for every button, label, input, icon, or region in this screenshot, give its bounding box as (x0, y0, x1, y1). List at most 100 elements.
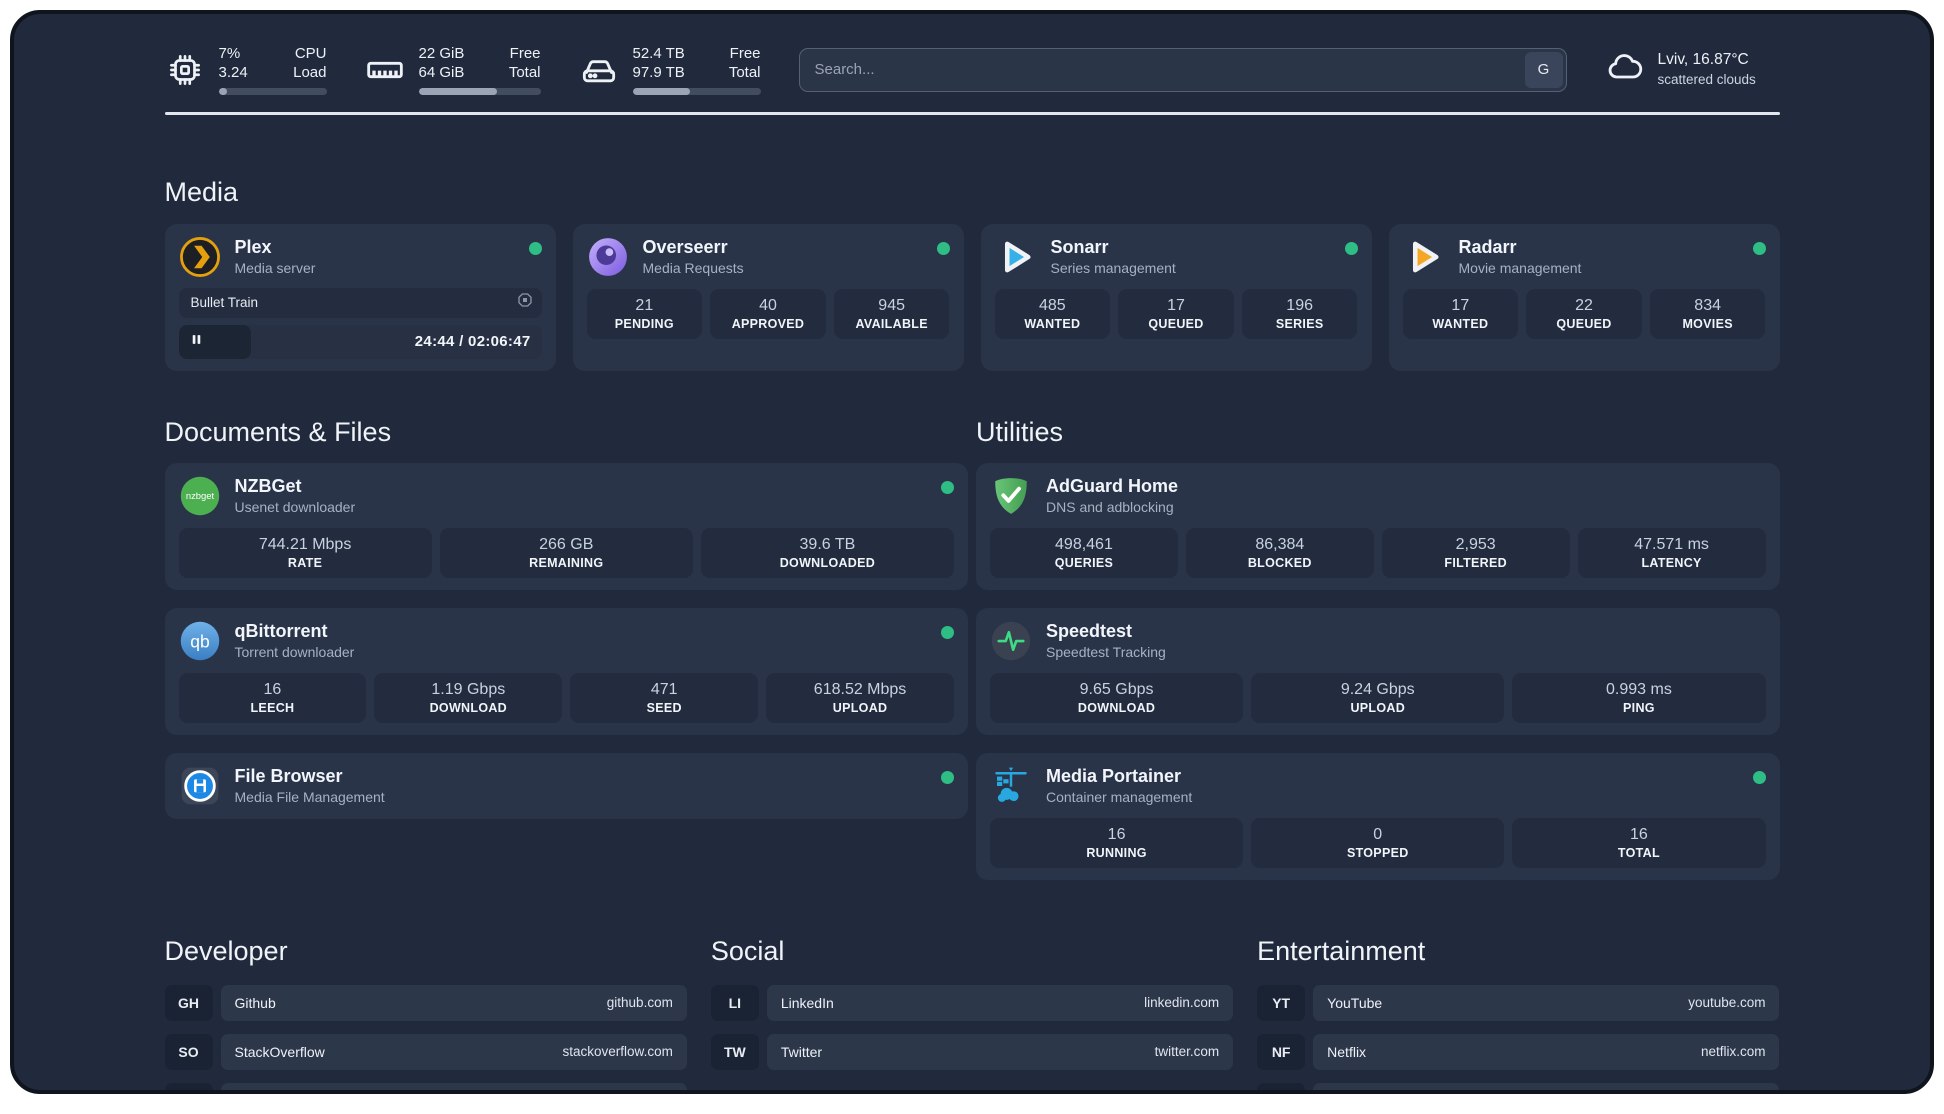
app-name: Sonarr (1050, 237, 1109, 257)
stat-label: REMAINING (529, 555, 604, 570)
bookmark-url: netflix.com (1700, 1044, 1766, 1059)
app-name: qBittorrent (234, 621, 328, 641)
stat-value: 17 (1167, 296, 1185, 314)
bookmark-tag: NF (1257, 1033, 1306, 1070)
stat-tile: 498,461 QUERIES (990, 527, 1178, 578)
svg-text:nzbget: nzbget (185, 491, 214, 502)
stat-value: 471 (650, 680, 678, 698)
bookmark-row: SO StackOverflow stackoverflow.com (164, 1033, 687, 1070)
section-title-developer: Developer (164, 935, 288, 966)
bookmark-link-linkedin[interactable]: LinkedIn linkedin.com (766, 984, 1234, 1021)
cpu-load-label: Load (293, 64, 327, 81)
stat-label: RATE (287, 555, 323, 570)
section-title-social: Social (710, 935, 785, 966)
app-name: Speedtest (1046, 621, 1133, 641)
stat-tile: 16 LEECH (178, 672, 367, 723)
cpu-usage-value: 7% (218, 45, 241, 62)
stat-value: 16 (1630, 825, 1648, 843)
stat-label: AVAILABLE (855, 316, 928, 331)
stat-tile: 471 SEED (570, 672, 759, 723)
stat-label: SERIES (1275, 316, 1324, 331)
stat-label: QUERIES (1054, 555, 1114, 570)
bookmark-link-netflix[interactable]: Netflix netflix.com (1313, 1033, 1780, 1070)
app-card-nzbget[interactable]: nzbget NZBGet Usenet downloader 744.21 M… (164, 462, 968, 590)
stat-label: QUEUED (1148, 316, 1204, 331)
overseerr-icon (587, 236, 629, 278)
section-title-entertainment: Entertainment (1257, 935, 1426, 966)
app-card-radarr[interactable]: Radarr Movie management 17 WANTED 22 QUE… (1388, 223, 1780, 371)
search-input[interactable] (798, 47, 1567, 92)
bookmark-name: Netflix (1327, 1043, 1367, 1060)
stat-label: MOVIES (1682, 316, 1733, 331)
app-card-qbittorrent[interactable]: qb qBittorrent Torrent downloader 16 LEE… (164, 607, 968, 735)
status-online-dot (528, 241, 542, 255)
cpu-load-value: 3.24 (218, 64, 248, 81)
playback-time: 24:44 / 02:06:47 (414, 333, 531, 350)
bookmark-column-social: Social LI LinkedIn linkedin.com TW Twitt… (710, 935, 1234, 1091)
stat-tile: 744.21 Mbps RATE (178, 527, 432, 578)
bookmark-row: RE Reddit reddit.com (1257, 1082, 1780, 1090)
stat-value: 834 (1694, 296, 1721, 314)
filebrowser-icon (179, 765, 221, 807)
stat-value: 485 (1038, 296, 1066, 314)
playback-progress-bar[interactable]: 24:44 / 02:06:47 (178, 324, 542, 359)
memory-total-label: Total (508, 64, 541, 81)
app-description: Media File Management (234, 789, 385, 805)
stat-label: RUNNING (1086, 845, 1147, 860)
stat-label: DOWNLOAD (429, 700, 507, 715)
app-description: DNS and adblocking (1046, 499, 1174, 515)
cpu-usage-widget: 7% 3.24 CPU Load (165, 44, 327, 95)
disk-total-label: Total (728, 64, 761, 81)
bookmark-link-stackoverflow[interactable]: StackOverflow stackoverflow.com (220, 1033, 687, 1070)
bookmark-link-dev[interactable]: DEV dev.to (220, 1082, 687, 1095)
stat-value: 498,461 (1055, 535, 1113, 553)
now-playing-row: Bullet Train (178, 287, 542, 318)
section-title-documents: Documents & Files (164, 416, 392, 447)
stat-label: FILTERED (1444, 555, 1507, 570)
bookmark-row: TW Twitter twitter.com (710, 1033, 1234, 1070)
app-name: Overseerr (642, 237, 728, 257)
bookmark-link-twitter[interactable]: Twitter twitter.com (766, 1033, 1234, 1070)
stat-label: WANTED (1024, 316, 1081, 331)
stat-value: 2,953 (1455, 535, 1496, 553)
utilities-column: Utilities AdGuard Home DNS and adblockin… (976, 417, 1780, 880)
memory-free-value: 22 GiB (418, 45, 465, 62)
bookmark-link-reddit[interactable]: Reddit reddit.com (1313, 1082, 1780, 1090)
session-status-icon[interactable] (517, 292, 533, 313)
app-description: Speedtest Tracking (1046, 644, 1166, 660)
bookmark-row: GH Github github.com (164, 984, 687, 1021)
bookmark-link-youtube[interactable]: YouTube youtube.com (1313, 984, 1780, 1021)
stat-value: 22 (1575, 296, 1593, 314)
top-status-bar: 7% 3.24 CPU Load 22 GiB 64 GiB Free Tota… (165, 44, 1780, 95)
cloud-icon (1605, 47, 1645, 92)
stat-label: STOPPED (1346, 845, 1409, 860)
media-card-grid: Plex Media server Bullet Train 24:44 / 0… (164, 223, 1780, 371)
disk-total-value: 97.9 TB (632, 64, 685, 81)
app-card-speedtest[interactable]: Speedtest Speedtest Tracking 9.65 Gbps D… (976, 607, 1780, 735)
bookmark-tag: YT (1257, 984, 1306, 1021)
stat-value: 266 GB (539, 535, 594, 553)
status-online-dot (941, 625, 954, 639)
app-card-filebrowser[interactable]: File Browser Media File Management (164, 752, 968, 819)
portainer-icon (990, 765, 1032, 807)
app-card-overseerr[interactable]: Overseerr Media Requests 21 PENDING 40 A… (572, 223, 964, 371)
app-card-sonarr[interactable]: Sonarr Series management 485 WANTED 17 Q… (980, 223, 1372, 371)
bookmark-url: linkedin.com (1144, 995, 1220, 1010)
nzbget-icon: nzbget (179, 475, 221, 517)
bookmark-row: NF Netflix netflix.com (1257, 1033, 1780, 1070)
bookmark-link-github[interactable]: Github github.com (220, 984, 687, 1021)
app-card-portainer[interactable]: Media Portainer Container management 16 … (976, 752, 1780, 880)
app-card-adguard[interactable]: AdGuard Home DNS and adblocking 498,461 … (976, 462, 1780, 590)
cpu-usage-label: CPU (294, 45, 327, 62)
app-name: Media Portainer (1046, 766, 1182, 786)
app-description: Torrent downloader (234, 644, 355, 660)
bookmark-column-developer: Developer GH Github github.com SO StackO… (164, 935, 687, 1095)
search-engine-button[interactable]: G (1524, 51, 1563, 88)
stat-tile: 1.19 Gbps DOWNLOAD (374, 672, 563, 723)
stat-tile: 86,384 BLOCKED (1185, 527, 1374, 578)
sonarr-icon (995, 236, 1037, 278)
app-description: Series management (1050, 260, 1176, 276)
app-card-plex[interactable]: Plex Media server Bullet Train 24:44 / 0… (164, 223, 556, 371)
weather-condition: scattered clouds (1657, 71, 1756, 87)
bookmark-name: DEV (235, 1093, 264, 1095)
